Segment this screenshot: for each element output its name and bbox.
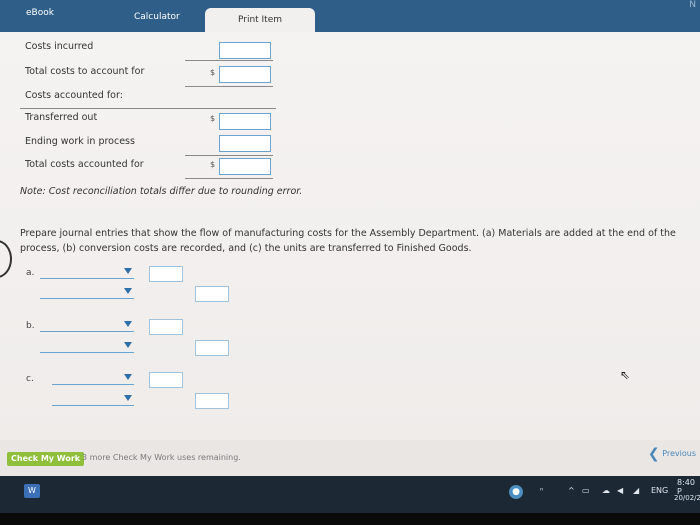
- chevron-down-icon: [124, 268, 132, 274]
- entry-a-credit-account-dropdown[interactable]: [40, 287, 134, 299]
- mouse-cursor-icon: ⇖: [620, 368, 631, 382]
- divider: [185, 86, 273, 87]
- chevron-down-icon: [124, 395, 132, 401]
- rounding-note: Note: Cost reconciliation totals differ …: [20, 186, 303, 197]
- entry-c-debit-amount[interactable]: [149, 372, 183, 388]
- tray-app-icon[interactable]: ●: [509, 485, 523, 499]
- os-taskbar: W ● ⁿ ^ ▭ ☁ ◀ ◢ ENG 8:40 P 20/02/2: [0, 476, 700, 525]
- divider: [185, 155, 273, 156]
- tab-print-item[interactable]: Print Item: [205, 8, 315, 32]
- entry-c-credit-account-dropdown[interactable]: [52, 394, 134, 406]
- chevron-down-icon: [124, 321, 132, 327]
- language-indicator[interactable]: ENG: [651, 486, 668, 495]
- entry-b-credit-amount[interactable]: [195, 340, 229, 356]
- entry-c-credit-amount[interactable]: [195, 393, 229, 409]
- wifi-icon[interactable]: ◢: [633, 486, 639, 495]
- row-ending-wip: Ending work in process: [25, 136, 135, 147]
- volume-icon[interactable]: ◀: [617, 486, 623, 495]
- row-total-costs-accounted: Total costs accounted for: [25, 159, 144, 170]
- entry-label-c: c.: [26, 374, 34, 384]
- tab-calculator[interactable]: Calculator: [134, 12, 180, 22]
- currency-symbol: $: [210, 114, 216, 123]
- chevron-up-icon[interactable]: ^: [568, 486, 575, 495]
- entry-a-credit-amount[interactable]: [195, 286, 229, 302]
- row-costs-incurred: Costs incurred: [25, 41, 94, 52]
- check-my-work-button[interactable]: Check My Work: [7, 452, 85, 466]
- attempts-remaining: 3 more Check My Work uses remaining.: [82, 453, 241, 462]
- costs-incurred-input[interactable]: [219, 42, 271, 59]
- entry-b-debit-account-dropdown[interactable]: [40, 320, 134, 332]
- chevron-left-icon: ❮: [647, 446, 660, 462]
- journal-instructions: Prepare journal entries that show the fl…: [20, 228, 676, 254]
- tab-ebook[interactable]: eBook: [26, 8, 54, 18]
- previous-button[interactable]: ❮ Previous: [648, 446, 696, 462]
- row-costs-accounted-header: Costs accounted for:: [25, 90, 123, 101]
- word-app-icon[interactable]: W: [24, 484, 40, 498]
- entry-b-debit-amount[interactable]: [149, 319, 183, 335]
- double-underline: [185, 178, 273, 179]
- section-divider: [20, 108, 276, 109]
- chevron-down-icon: [124, 288, 132, 294]
- ending-wip-input[interactable]: [219, 135, 271, 152]
- divider: [185, 60, 273, 61]
- chevron-down-icon: [124, 342, 132, 348]
- entry-label-a: a.: [26, 268, 35, 278]
- battery-icon: ▭: [582, 486, 590, 495]
- people-icon[interactable]: ⁿ: [540, 486, 543, 495]
- clock-date: 20/02/2: [674, 494, 700, 502]
- cloud-icon: ☁: [602, 486, 610, 495]
- total-costs-to-account-input[interactable]: [219, 66, 271, 83]
- currency-symbol: $: [210, 68, 216, 77]
- top-toolbar: eBook Calculator Print Item N: [0, 0, 700, 32]
- total-costs-accounted-input[interactable]: [219, 158, 271, 175]
- chevron-down-icon: [124, 374, 132, 380]
- corner-label: N: [689, 0, 696, 10]
- entry-b-credit-account-dropdown[interactable]: [40, 341, 134, 353]
- previous-label: Previous: [662, 449, 696, 458]
- row-transferred-out: Transferred out: [25, 112, 98, 123]
- entry-c-debit-account-dropdown[interactable]: [52, 373, 134, 385]
- entry-a-debit-amount[interactable]: [149, 266, 183, 282]
- row-total-costs-to-account: Total costs to account for: [25, 66, 145, 77]
- transferred-out-input[interactable]: [219, 113, 271, 130]
- currency-symbol: $: [210, 160, 216, 169]
- entry-a-debit-account-dropdown[interactable]: [40, 267, 134, 279]
- entry-label-b: b.: [26, 321, 35, 331]
